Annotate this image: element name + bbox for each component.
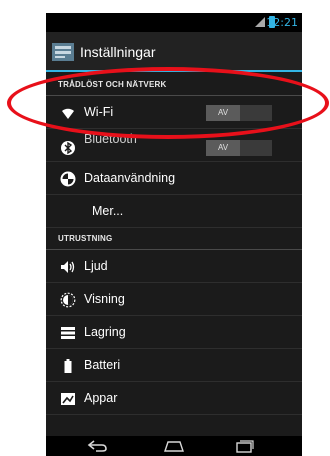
settings-item-battery[interactable]: Batteri <box>46 349 302 382</box>
signal-icon <box>255 17 265 27</box>
settings-item-data-usage[interactable]: Dataanvändning <box>46 162 302 195</box>
bluetooth-icon <box>61 141 75 155</box>
settings-item-display[interactable]: Visning <box>46 283 302 316</box>
volume-icon <box>61 261 75 273</box>
brightness-icon <box>60 292 76 308</box>
settings-item-label: Lagring <box>84 325 126 339</box>
settings-item-label: Batteri <box>84 358 121 372</box>
settings-item-more[interactable]: Mer... <box>46 195 302 228</box>
settings-item-storage[interactable]: Lagring <box>46 316 302 349</box>
settings-app-icon[interactable] <box>52 43 74 61</box>
navigation-bar <box>46 436 302 456</box>
settings-item-label: Ljud <box>84 259 108 273</box>
home-icon[interactable] <box>162 438 186 454</box>
recent-apps-icon[interactable] <box>232 438 256 454</box>
section-header-device: UTRUSTNING <box>46 228 302 250</box>
back-icon[interactable] <box>86 438 110 454</box>
page-title: Inställningar <box>80 44 156 60</box>
settings-item-label: Mer... <box>92 204 124 218</box>
settings-item-sound[interactable]: Ljud <box>46 250 302 283</box>
apps-icon <box>61 393 75 405</box>
data-usage-icon <box>60 171 76 187</box>
status-clock: 12:21 <box>266 16 298 29</box>
bluetooth-toggle[interactable]: AV <box>206 140 272 156</box>
battery-icon <box>64 359 72 373</box>
highlight-annotation <box>7 67 329 139</box>
settings-item-label: Dataanvändning <box>84 171 176 185</box>
settings-item-label: Appar <box>84 391 118 405</box>
storage-icon <box>61 327 75 339</box>
bluetooth-toggle-state: AV <box>206 140 240 156</box>
settings-item-label: Visning <box>84 292 125 306</box>
status-bar: 12:21 <box>46 13 302 32</box>
action-bar: Inställningar <box>46 32 302 72</box>
settings-item-apps[interactable]: Appar <box>46 382 302 415</box>
